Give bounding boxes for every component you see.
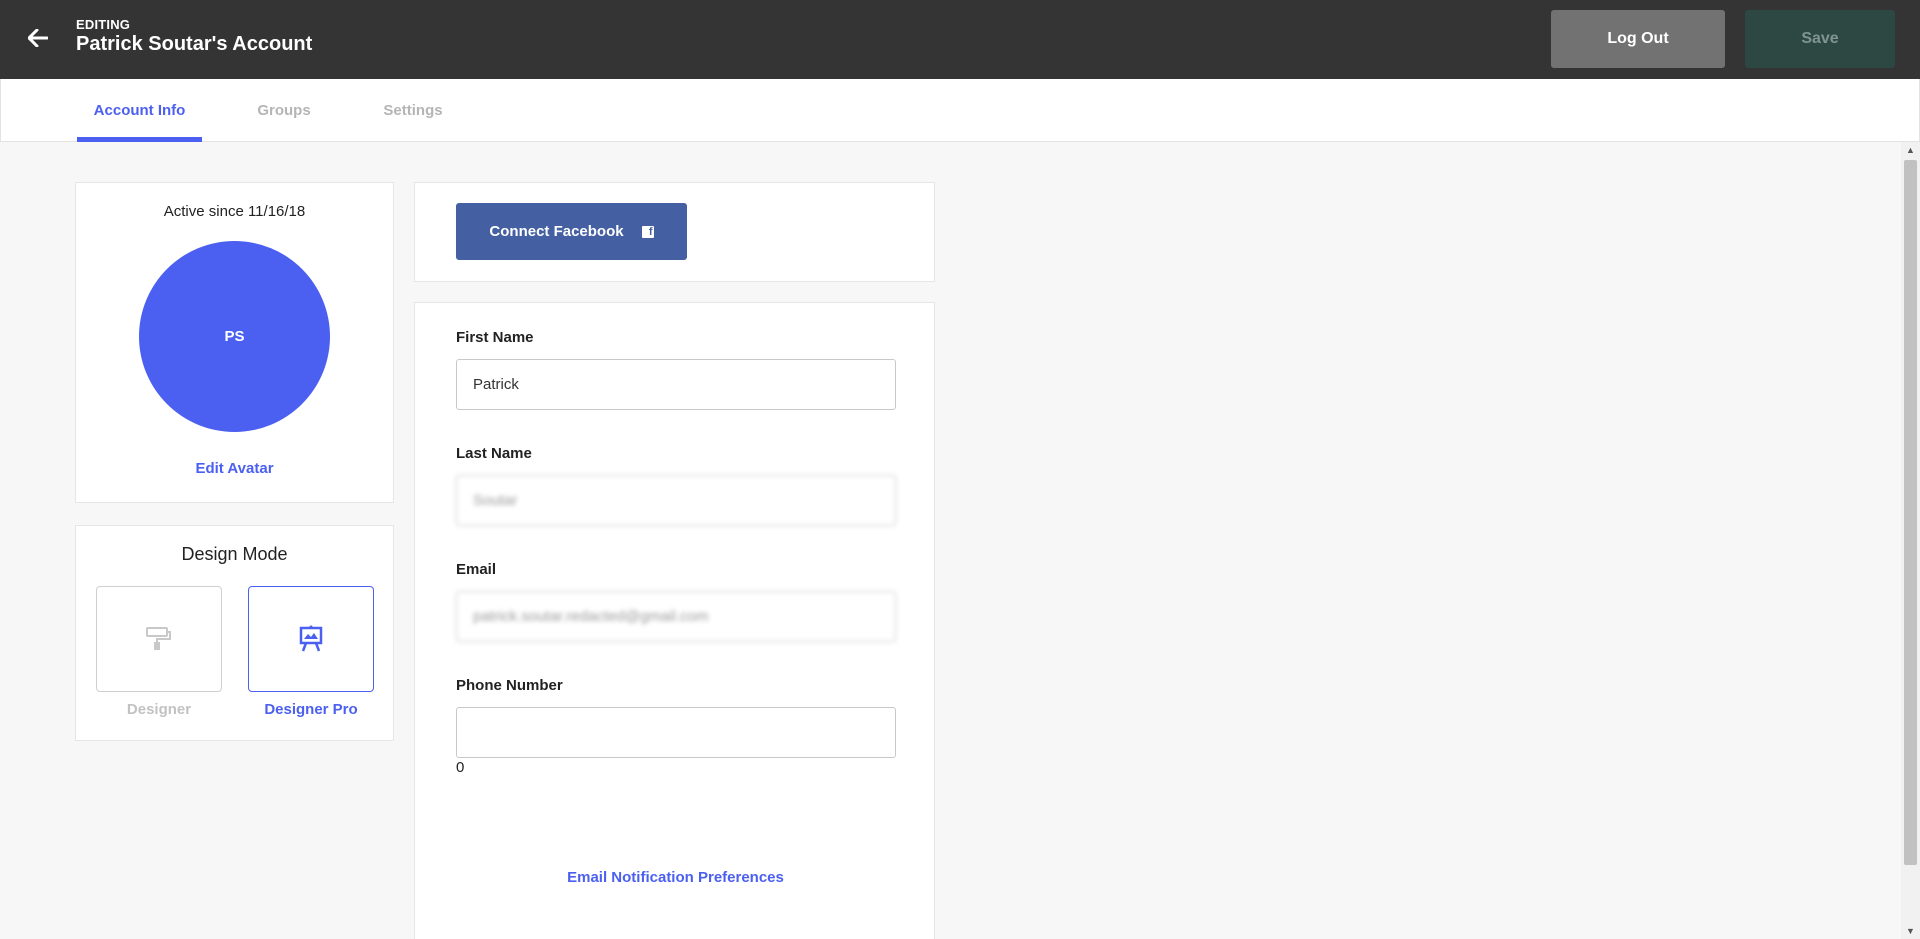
profile-card: Active since 11/16/18 PS Edit Avatar bbox=[75, 182, 394, 503]
facebook-icon: f bbox=[641, 225, 654, 238]
easel-icon bbox=[299, 625, 323, 652]
tab-bar: Account Info Groups Settings bbox=[0, 79, 1920, 142]
email-label: Email bbox=[456, 561, 497, 578]
back-button[interactable] bbox=[20, 20, 56, 56]
avatar: PS bbox=[139, 241, 330, 432]
tab-account-info[interactable]: Account Info bbox=[77, 79, 202, 142]
last-name-field[interactable] bbox=[456, 475, 896, 526]
email-field[interactable] bbox=[456, 591, 896, 642]
designer-pro-mode-option[interactable] bbox=[248, 586, 374, 692]
first-name-label: First Name bbox=[456, 329, 534, 346]
scrollbar-thumb[interactable] bbox=[1904, 160, 1917, 865]
facebook-card: Connect Facebook f bbox=[414, 182, 935, 282]
first-name-field[interactable] bbox=[456, 359, 896, 410]
designer-mode-option[interactable] bbox=[96, 586, 222, 692]
connect-facebook-button[interactable]: Connect Facebook f bbox=[456, 203, 687, 260]
top-bar: EDITING Patrick Soutar's Account Log Out… bbox=[0, 0, 1920, 79]
scroll-down-arrow-icon[interactable]: ▼ bbox=[1901, 923, 1920, 939]
design-mode-title: Design Mode bbox=[181, 544, 288, 564]
save-button[interactable]: Save bbox=[1745, 10, 1895, 68]
phone-char-counter: 0 bbox=[456, 759, 465, 776]
last-name-label: Last Name bbox=[456, 445, 532, 462]
arrow-left-icon bbox=[28, 29, 48, 47]
phone-number-field[interactable] bbox=[456, 707, 896, 758]
tab-settings[interactable]: Settings bbox=[373, 79, 453, 141]
active-since-text: Active since 11/16/18 bbox=[163, 203, 306, 220]
log-out-button[interactable]: Log Out bbox=[1551, 10, 1725, 68]
scroll-up-arrow-icon[interactable]: ▲ bbox=[1901, 142, 1920, 158]
scrollbar[interactable]: ▲ ▼ bbox=[1901, 142, 1920, 939]
phone-number-label: Phone Number bbox=[456, 677, 563, 694]
designer-mode-label[interactable]: Designer bbox=[96, 701, 222, 718]
design-mode-card: Design Mode Designer Designer Pro bbox=[75, 525, 394, 741]
edit-avatar-link[interactable]: Edit Avatar bbox=[76, 460, 393, 477]
connect-facebook-label: Connect Facebook bbox=[489, 223, 624, 240]
editing-label: EDITING bbox=[76, 17, 131, 32]
designer-pro-mode-label[interactable]: Designer Pro bbox=[248, 701, 374, 718]
paint-roller-icon bbox=[146, 627, 171, 650]
page-title: Patrick Soutar's Account bbox=[76, 33, 313, 55]
tab-groups[interactable]: Groups bbox=[244, 79, 324, 141]
email-notification-preferences-link[interactable]: Email Notification Preferences bbox=[415, 869, 936, 886]
account-form-card: First Name Last Name Email Phone Number … bbox=[414, 302, 935, 939]
avatar-initials: PS bbox=[224, 328, 245, 345]
